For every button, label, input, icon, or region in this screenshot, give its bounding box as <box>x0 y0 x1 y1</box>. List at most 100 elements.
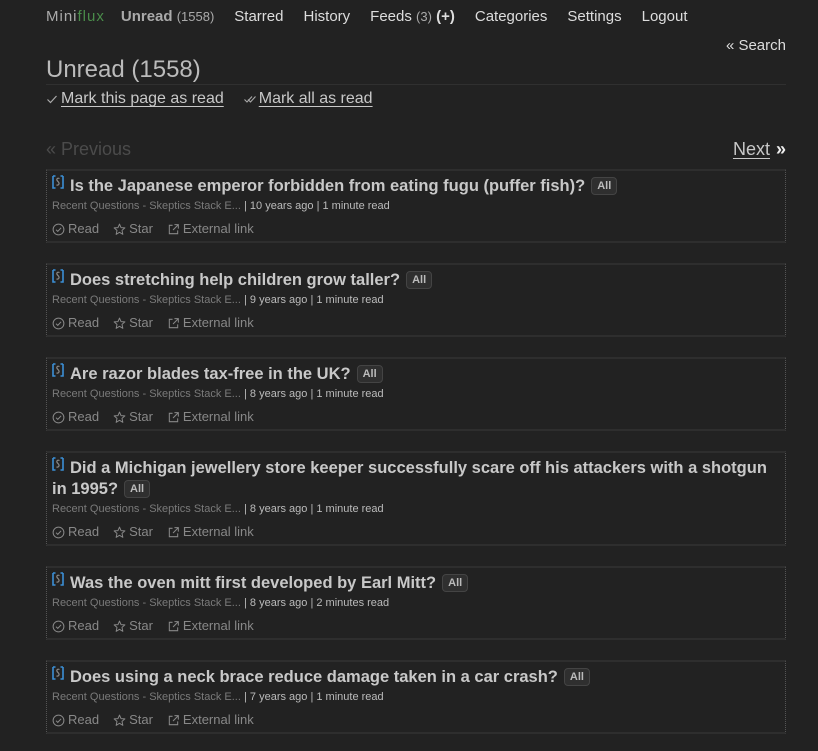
entry-title-link[interactable]: Did a Michigan jewellery store keeper su… <box>52 459 767 498</box>
entry-date: 8 years ago <box>249 503 308 515</box>
feed-name-link[interactable]: Recent Questions - Skeptics Stack E... <box>52 691 241 703</box>
star-button[interactable]: Star <box>113 711 153 729</box>
feed-icon <box>52 572 64 586</box>
mark-read-button[interactable]: Read <box>52 314 99 332</box>
star-icon <box>113 223 126 235</box>
nav-unread[interactable]: Unread (1558) <box>121 8 214 25</box>
search-link[interactable]: « Search <box>726 37 786 54</box>
category-badge[interactable]: All <box>406 271 433 289</box>
check-circle-icon <box>52 714 65 726</box>
entry-meta: Recent Questions - Skeptics Stack E... |… <box>52 595 780 611</box>
check-icon <box>47 95 57 104</box>
entry-actions: Read Star External link <box>52 617 780 635</box>
entry-meta: Recent Questions - Skeptics Stack E... |… <box>52 689 780 705</box>
category-badge[interactable]: All <box>356 365 383 383</box>
external-link-label: External link <box>182 409 254 424</box>
nav-categories[interactable]: Categories <box>475 8 548 25</box>
star-button[interactable]: Star <box>113 523 153 541</box>
external-link-button[interactable]: External link <box>167 408 254 426</box>
read-label: Read <box>68 618 100 633</box>
external-link-icon <box>168 620 179 631</box>
read-label: Read <box>68 315 100 330</box>
external-link-button[interactable]: External link <box>167 617 254 635</box>
nav-history[interactable]: History <box>304 8 351 25</box>
top-navigation: Miniflux Unread (1558) Starred History F… <box>46 8 708 28</box>
feed-name-link[interactable]: Recent Questions - Skeptics Stack E... <box>52 597 241 609</box>
read-label: Read <box>68 712 100 727</box>
feed-icon <box>52 363 64 377</box>
mark-all-read-button[interactable]: Mark all as read <box>243 90 373 108</box>
entry-title-link[interactable]: Does using a neck brace reduce damage ta… <box>70 668 558 686</box>
check-circle-icon <box>52 526 65 538</box>
entry-actions: Read Star External link <box>52 523 780 541</box>
double-check-icon <box>243 96 256 103</box>
star-label: Star <box>129 409 153 424</box>
next-page-button[interactable]: Next» <box>733 139 786 160</box>
next-arrow-icon: » <box>775 139 786 159</box>
external-link-icon <box>168 411 179 422</box>
logo-prefix: Mini <box>46 8 78 25</box>
nav-starred[interactable]: Starred <box>234 8 283 25</box>
meta-separator: | <box>313 200 323 212</box>
mark-page-read-label: Mark this page as read <box>61 90 224 107</box>
page-actions: Mark this page as read Mark all as read <box>46 90 373 108</box>
nav-feeds[interactable]: Feeds (3) <box>370 8 432 25</box>
feed-icon <box>52 457 64 471</box>
mark-read-button[interactable]: Read <box>52 617 99 635</box>
entry-item: Is the Japanese emperor forbidden from e… <box>46 169 786 243</box>
entry-actions: Read Star External link <box>52 711 780 729</box>
external-link-button[interactable]: External link <box>167 523 254 541</box>
external-link-button[interactable]: External link <box>167 314 254 332</box>
nav-add-feed[interactable]: (+) <box>436 8 455 25</box>
external-link-label: External link <box>182 712 254 727</box>
nav-unread-count: (1558) <box>176 9 215 24</box>
reading-time: 1 minute read <box>316 503 384 515</box>
mark-read-button[interactable]: Read <box>52 711 99 729</box>
star-button[interactable]: Star <box>113 408 153 426</box>
external-link-label: External link <box>182 221 254 236</box>
entry-actions: Read Star External link <box>52 314 780 332</box>
star-button[interactable]: Star <box>113 220 153 238</box>
nav-logout[interactable]: Logout <box>642 8 688 25</box>
feed-icon <box>52 666 64 680</box>
entry-title: Was the oven mitt first developed by Ear… <box>52 572 780 594</box>
external-link-button[interactable]: External link <box>167 220 254 238</box>
category-badge[interactable]: All <box>563 668 590 686</box>
category-badge[interactable]: All <box>124 480 151 498</box>
entry-title-link[interactable]: Was the oven mitt first developed by Ear… <box>70 574 436 592</box>
mark-read-button[interactable]: Read <box>52 523 99 541</box>
mark-read-button[interactable]: Read <box>52 408 99 426</box>
logo[interactable]: Miniflux <box>46 8 105 25</box>
feed-name-link[interactable]: Recent Questions - Skeptics Stack E... <box>52 294 241 306</box>
external-link-label: External link <box>182 315 254 330</box>
external-link-button[interactable]: External link <box>167 711 254 729</box>
entry-title-link[interactable]: Does stretching help children grow talle… <box>70 271 400 289</box>
category-badge[interactable]: All <box>442 574 469 592</box>
mark-read-button[interactable]: Read <box>52 220 99 238</box>
reading-time: 1 minute read <box>316 294 384 306</box>
star-icon <box>113 714 126 726</box>
check-circle-icon <box>52 620 65 632</box>
entry-title-link[interactable]: Is the Japanese emperor forbidden from e… <box>70 177 585 195</box>
star-icon <box>113 317 126 329</box>
check-circle-icon <box>52 411 65 423</box>
feed-name-link[interactable]: Recent Questions - Skeptics Stack E... <box>52 388 241 400</box>
entry-title: Does stretching help children grow talle… <box>52 269 780 291</box>
reading-time: 2 minutes read <box>316 597 390 609</box>
feed-name-link[interactable]: Recent Questions - Skeptics Stack E... <box>52 503 241 515</box>
star-button[interactable]: Star <box>113 314 153 332</box>
mark-page-read-button[interactable]: Mark this page as read <box>46 90 224 108</box>
category-badge[interactable]: All <box>591 177 618 195</box>
reading-time: 1 minute read <box>316 388 384 400</box>
nav-settings[interactable]: Settings <box>567 8 621 25</box>
star-label: Star <box>129 315 153 330</box>
check-circle-icon <box>52 223 65 235</box>
nav-feeds-group: Feeds (3) (+) <box>370 8 455 25</box>
star-button[interactable]: Star <box>113 617 153 635</box>
entry-title-link[interactable]: Are razor blades tax-free in the UK? <box>70 365 351 383</box>
nav-feeds-label: Feeds <box>370 8 412 25</box>
star-icon <box>113 526 126 538</box>
read-label: Read <box>68 221 100 236</box>
feed-name-link[interactable]: Recent Questions - Skeptics Stack E... <box>52 200 241 212</box>
entry-meta: Recent Questions - Skeptics Stack E... |… <box>52 292 780 308</box>
